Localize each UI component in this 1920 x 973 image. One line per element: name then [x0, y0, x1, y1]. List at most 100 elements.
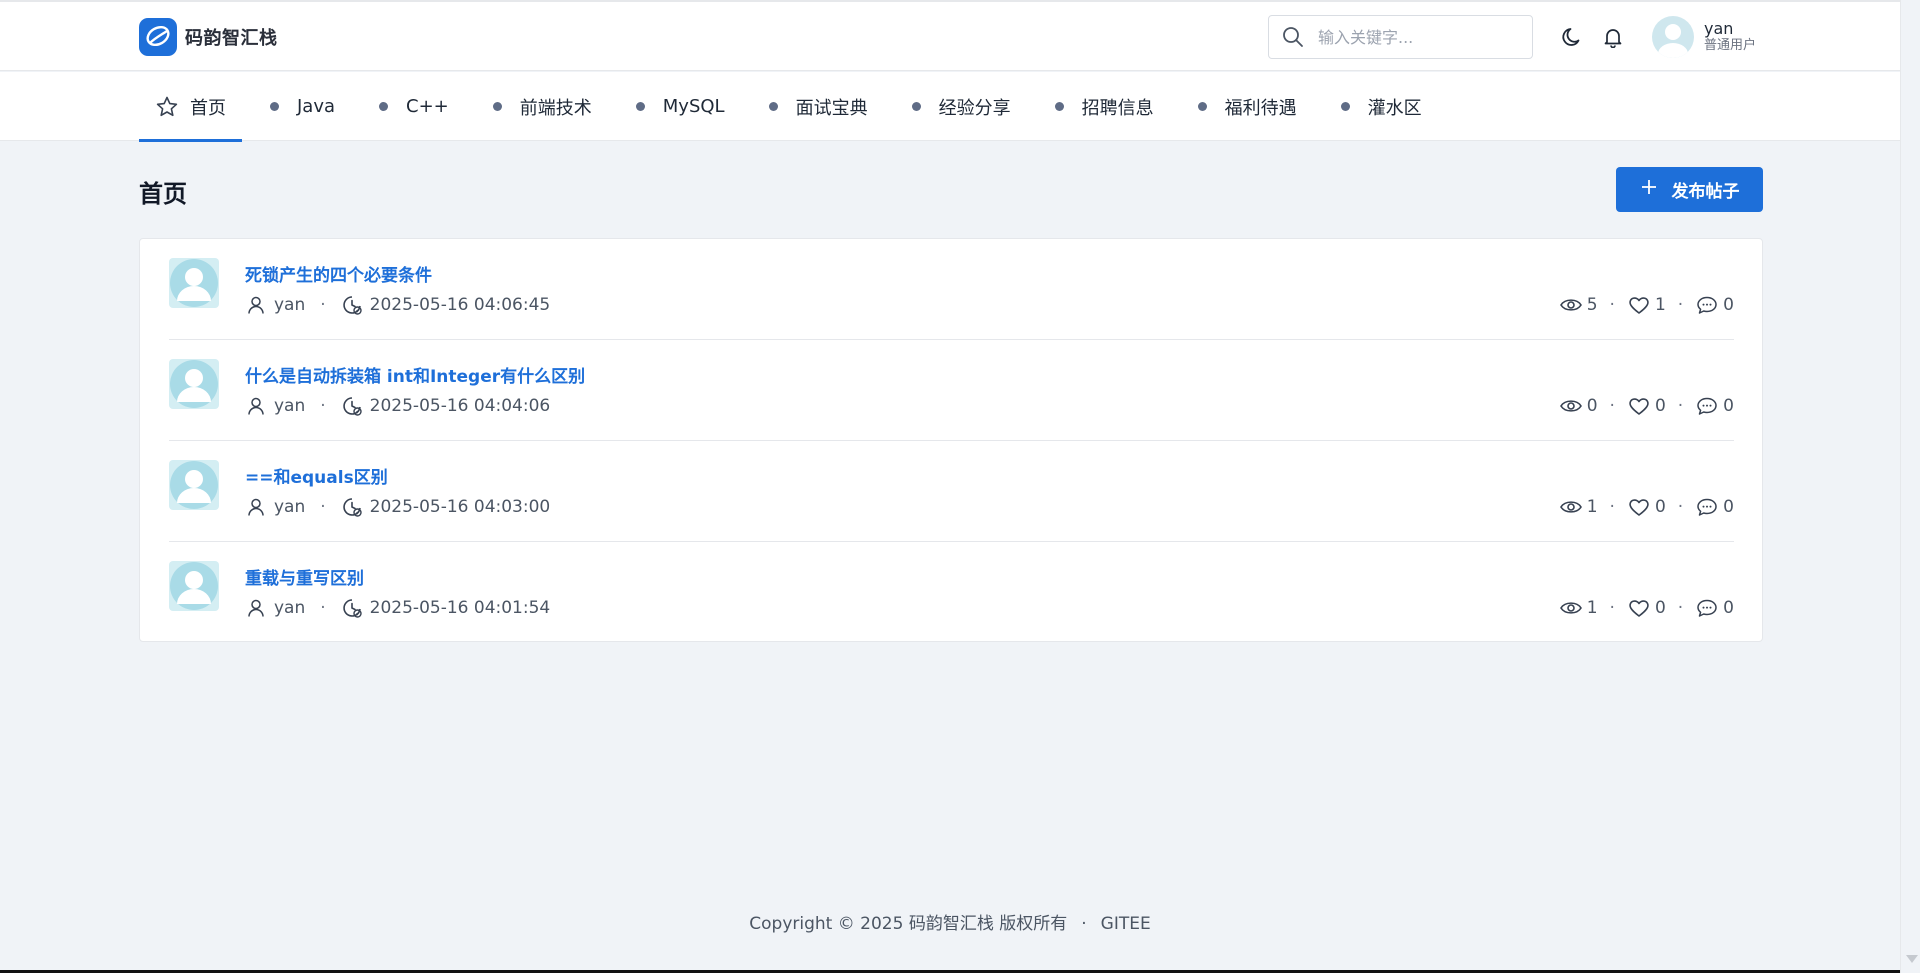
nav-item-label: 灌水区 — [1367, 97, 1422, 119]
comment-count: 0 — [1723, 295, 1734, 315]
nav-item-offtopic[interactable]: 灌水区 — [1325, 72, 1438, 141]
logo[interactable]: 码韵智汇栈 — [139, 18, 278, 56]
scrollbar[interactable] — [1900, 0, 1920, 973]
nav-item-interview[interactable]: 面试宝典 — [753, 72, 884, 141]
nav-item-jobs[interactable]: 招聘信息 — [1039, 72, 1170, 141]
meta-separator: · — [320, 497, 326, 517]
post-author[interactable]: yan — [274, 396, 305, 416]
nav-item-benefits[interactable]: 福利待遇 — [1182, 72, 1313, 141]
heart-icon[interactable] — [1627, 395, 1651, 417]
user-icon — [245, 496, 267, 518]
search-input[interactable] — [1318, 27, 1518, 47]
view-count: 5 — [1586, 295, 1598, 315]
nav-item-cpp[interactable]: C++ — [363, 72, 465, 141]
clock-icon — [341, 597, 363, 619]
author-avatar[interactable] — [169, 359, 219, 409]
moon-icon[interactable] — [1560, 25, 1584, 49]
post-row[interactable]: ==和equals区别 yan · 2025-05-16 04:03:00 1 · 0 · 0 — [169, 441, 1734, 542]
user-icon — [245, 294, 267, 316]
eye-icon — [1559, 395, 1583, 417]
post-row[interactable]: 什么是自动拆装箱 int和Integer有什么区别 yan · 2025-05-16 … — [169, 340, 1734, 441]
eye-icon — [1559, 496, 1583, 518]
user-role: 普通用户 — [1704, 38, 1757, 53]
leaf-logo-icon — [139, 18, 177, 56]
nav-item-mysql[interactable]: MySQL — [620, 72, 741, 141]
nav-item-frontend[interactable]: 前端技术 — [477, 72, 608, 141]
like-count: 0 — [1654, 598, 1666, 618]
stat-separator: · — [1677, 598, 1684, 618]
stat-separator: · — [1677, 497, 1684, 517]
post-title[interactable]: ==和equals区别 — [245, 463, 388, 488]
author-avatar[interactable] — [169, 258, 219, 308]
nav-item-label: 招聘信息 — [1081, 97, 1154, 119]
post-time: 2025-05-16 04:01:54 — [369, 598, 551, 618]
like-count: 0 — [1654, 396, 1666, 416]
stat-separator: · — [1609, 396, 1615, 416]
post-stats: 1 · 0 · 0 — [1559, 496, 1734, 518]
nav-item-label: 福利待遇 — [1224, 97, 1297, 119]
dot-icon — [1197, 102, 1207, 111]
bell-icon[interactable] — [1601, 25, 1625, 49]
heart-icon[interactable] — [1627, 597, 1651, 619]
comment-icon[interactable] — [1695, 496, 1719, 518]
comment-icon[interactable] — [1695, 395, 1719, 417]
search-box[interactable] — [1268, 15, 1533, 59]
post-title[interactable]: 死锁产生的四个必要条件 — [245, 261, 432, 286]
comment-count: 0 — [1723, 396, 1734, 416]
post-stats: 1 · 0 · 0 — [1559, 597, 1734, 619]
post-title[interactable]: 什么是自动拆装箱 int和Integer有什么区别 — [245, 362, 585, 387]
nav-item-label: Java — [297, 96, 336, 117]
footer: Copyright © 2025 码韵智汇栈 版权所有 · GITEE — [0, 909, 1900, 934]
author-avatar[interactable] — [169, 460, 219, 510]
scroll-down-arrow[interactable] — [1906, 955, 1918, 963]
post-author[interactable]: yan — [274, 295, 305, 315]
post-meta: yan · 2025-05-16 04:06:45 — [245, 294, 550, 316]
nav-item-experience[interactable]: 经验分享 — [896, 72, 1027, 141]
gitee-link[interactable]: GITEE — [1101, 914, 1151, 934]
nav-item-home[interactable]: 首页 — [139, 72, 242, 142]
post-meta: yan · 2025-05-16 04:03:00 — [245, 496, 550, 518]
post-row[interactable]: 重载与重写区别 yan · 2025-05-16 04:01:54 1 · 0 · 0 — [169, 542, 1734, 643]
header: 码韵智汇栈 yan 普通用户 — [0, 2, 1900, 71]
eye-icon — [1559, 597, 1583, 619]
clock-icon — [341, 294, 363, 316]
eye-icon — [1559, 294, 1583, 316]
dot-icon — [911, 102, 921, 111]
meta-separator: · — [320, 295, 326, 315]
dot-icon — [768, 102, 778, 111]
post-author[interactable]: yan — [274, 598, 305, 618]
post-time: 2025-05-16 04:03:00 — [369, 497, 551, 517]
nav-item-label: 经验分享 — [938, 97, 1011, 119]
nav-item-label: MySQL — [662, 96, 725, 117]
post-meta: yan · 2025-05-16 04:04:06 — [245, 395, 550, 417]
comment-count: 0 — [1723, 598, 1734, 618]
post-meta: yan · 2025-05-16 04:01:54 — [245, 597, 550, 619]
nav-item-label: 面试宝典 — [795, 97, 868, 119]
heart-icon[interactable] — [1627, 294, 1651, 316]
star-icon — [155, 95, 179, 119]
dot-icon — [635, 102, 645, 111]
dot-icon — [1054, 102, 1064, 111]
nav-item-java[interactable]: Java — [254, 72, 351, 141]
search-icon — [1282, 25, 1306, 49]
comment-icon[interactable] — [1695, 597, 1719, 619]
post-row[interactable]: 死锁产生的四个必要条件 yan · 2025-05-16 04:06:45 5 · 1 · 0 — [169, 239, 1734, 340]
comment-icon[interactable] — [1695, 294, 1719, 316]
dot-icon — [1340, 102, 1350, 111]
user-menu[interactable]: yan 普通用户 — [1652, 16, 1756, 58]
post-time: 2025-05-16 04:06:45 — [369, 295, 551, 315]
publish-post-button[interactable]: 发布帖子 — [1616, 167, 1763, 212]
meta-separator: · — [320, 598, 326, 618]
post-author[interactable]: yan — [274, 497, 305, 517]
post-title[interactable]: 重载与重写区别 — [245, 564, 364, 589]
clock-icon — [341, 496, 363, 518]
view-count: 0 — [1586, 396, 1598, 416]
comment-count: 0 — [1723, 497, 1734, 517]
like-count: 1 — [1654, 295, 1666, 315]
clock-icon — [341, 395, 363, 417]
meta-separator: · — [320, 396, 326, 416]
author-avatar[interactable] — [169, 561, 219, 611]
publish-post-label: 发布帖子 — [1671, 182, 1740, 202]
heart-icon[interactable] — [1627, 496, 1651, 518]
dot-icon — [270, 102, 279, 111]
